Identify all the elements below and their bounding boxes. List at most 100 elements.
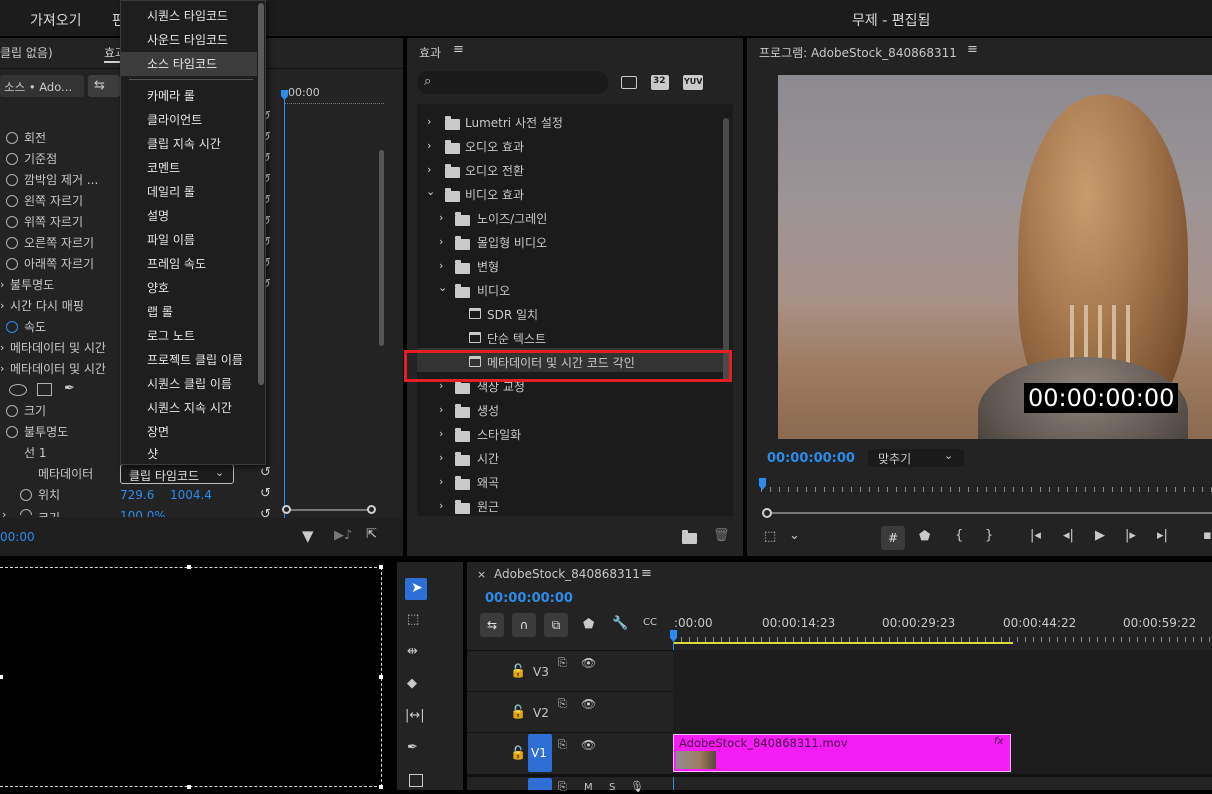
metadata-dropdown[interactable]: 클립 타임코드 ⌄	[120, 464, 234, 484]
scale-value-partial[interactable]: 100.0%	[120, 509, 166, 517]
pen-tool-icon[interactable]: ✒	[407, 740, 418, 755]
tree-generate[interactable]: 생성	[477, 402, 499, 419]
chevron-down-icon[interactable]: ⌄	[789, 528, 800, 543]
filter-icon[interactable]: ▼	[302, 527, 314, 545]
timeline-timecode[interactable]: 00:00:00:00	[485, 591, 573, 606]
tree-immersive-video[interactable]: 몰입형 비디오	[477, 234, 547, 251]
ellipse-mask-icon[interactable]	[9, 384, 27, 396]
tree-noise-grain[interactable]: 노이즈/그레인	[477, 210, 547, 227]
mark-out-icon[interactable]: }	[985, 528, 993, 543]
tree-distort[interactable]: 왜곡	[477, 474, 499, 491]
stopwatch-icon[interactable]	[6, 321, 18, 333]
menu-item-description[interactable]: 설명	[121, 204, 257, 228]
rectangle-tool-icon[interactable]	[409, 774, 423, 787]
ec-timecode[interactable]: 00:00	[0, 530, 35, 544]
lift-icon[interactable]: ▪	[1203, 528, 1212, 543]
lock-icon[interactable]: 🔓	[510, 705, 526, 720]
step-back-icon[interactable]: ◂|	[1063, 528, 1074, 543]
chevron-right-icon[interactable]: ›	[439, 427, 443, 440]
fit-dropdown[interactable]: 맞추기 ⌄	[868, 449, 964, 467]
bbox-handle[interactable]	[187, 785, 191, 789]
wrench-icon[interactable]: 🔧	[612, 616, 628, 631]
position-x-value[interactable]: 729.6	[120, 488, 154, 502]
solo-button[interactable]: S	[609, 782, 615, 793]
trash-icon[interactable]: 🗑	[713, 528, 730, 543]
track-a1-target[interactable]	[528, 778, 552, 790]
stopwatch-icon[interactable]	[6, 258, 18, 270]
sync-lock-icon[interactable]: ⎘	[558, 738, 567, 752]
eye-icon[interactable]: 👁	[581, 738, 596, 752]
panel-menu-icon[interactable]: ≡	[453, 42, 464, 57]
chevron-down-icon[interactable]: ⌄	[438, 281, 447, 294]
source-preview[interactable]	[0, 567, 382, 787]
tree-lumetri-presets[interactable]: Lumetri 사전 설정	[465, 114, 563, 131]
tree-audio-transitions[interactable]: 오디오 전환	[465, 162, 524, 179]
program-timecode[interactable]: 00:00:00:00	[767, 451, 855, 466]
play-icon[interactable]: ▶	[1095, 528, 1105, 543]
track-v2-label[interactable]: V2	[533, 706, 549, 720]
tree-simple-text[interactable]: 단순 텍스트	[487, 330, 546, 347]
chevron-right-icon[interactable]: ›	[439, 259, 443, 272]
stopwatch-icon[interactable]	[6, 153, 18, 165]
menu-item-client[interactable]: 클라이언트	[121, 108, 257, 132]
reset-icon[interactable]: ↺	[260, 486, 271, 501]
bbox-handle[interactable]	[187, 565, 191, 569]
panel-menu-icon[interactable]: ≡	[641, 566, 652, 581]
track-select-tool-icon[interactable]: ⬚	[407, 612, 419, 627]
program-video-frame[interactable]: 00:00:00:00	[778, 75, 1212, 439]
source-chip[interactable]: 소스 • Ado...	[0, 75, 84, 97]
stopwatch-icon[interactable]	[6, 132, 18, 144]
bbox-handle[interactable]	[379, 675, 383, 679]
tree-video[interactable]: 비디오	[477, 282, 510, 299]
chevron-right-icon[interactable]: ›	[427, 139, 431, 152]
chevron-right-icon[interactable]: ›	[0, 299, 4, 312]
reset-icon[interactable]: ↺	[260, 465, 271, 480]
stopwatch-icon[interactable]	[6, 405, 18, 417]
stopwatch-icon[interactable]	[6, 174, 18, 186]
work-area-bar[interactable]	[673, 642, 1013, 644]
bbox-handle[interactable]	[379, 565, 383, 569]
menu-import[interactable]: 가져오기	[30, 10, 82, 30]
sync-lock-icon[interactable]: ⎘	[558, 780, 567, 794]
slip-tool-icon[interactable]: |↔|	[405, 708, 425, 723]
go-to-out-icon[interactable]: ▸|	[1157, 528, 1168, 543]
menu-item-file-name[interactable]: 파일 이름	[121, 228, 257, 252]
menu-item-sound-timecode[interactable]: 사운드 타임코드	[121, 28, 257, 52]
chevron-right-icon[interactable]: ›	[427, 115, 431, 128]
menu-item-comment[interactable]: 코멘트	[121, 156, 257, 180]
chevron-right-icon[interactable]: ›	[439, 499, 443, 512]
sequence-chip[interactable]: ⇆	[88, 75, 120, 97]
eye-icon[interactable]: 👁	[581, 697, 596, 711]
captions-icon[interactable]: CC	[643, 617, 657, 628]
menu-item-good[interactable]: 양호	[121, 276, 257, 300]
tree-time[interactable]: 시간	[477, 450, 499, 467]
effects-scrollbar[interactable]	[723, 118, 729, 382]
stopwatch-icon[interactable]	[20, 489, 32, 501]
mute-button[interactable]: M	[584, 782, 593, 793]
tree-perspective[interactable]: 원근	[477, 498, 499, 515]
export-icon[interactable]: ⇱	[366, 527, 377, 542]
menu-item-sequence-timecode[interactable]: 시퀀스 타임코드	[121, 4, 257, 28]
tree-sdr-conform[interactable]: SDR 일치	[487, 306, 538, 323]
menu-item-sequence-clip-name[interactable]: 시퀀스 클립 이름	[121, 372, 257, 396]
lock-icon[interactable]: 🔓	[510, 746, 526, 761]
panel-menu-icon[interactable]: ≡	[967, 42, 978, 57]
menu-item-shot[interactable]: 샷	[121, 444, 257, 464]
chevron-right-icon[interactable]: ›	[0, 341, 4, 354]
grid-icon[interactable]: #	[881, 526, 905, 550]
stopwatch-icon[interactable]	[6, 195, 18, 207]
marker-icon[interactable]: ⬟	[919, 529, 930, 544]
32bit-badge[interactable]: 32	[651, 75, 669, 90]
mark-in-icon[interactable]: {	[955, 528, 963, 543]
timeline-ruler[interactable]	[673, 634, 1212, 642]
nest-icon[interactable]: ⇆	[480, 613, 504, 637]
snap-icon[interactable]: ∩	[512, 613, 536, 637]
program-zoom-handle[interactable]	[762, 508, 772, 518]
program-zoom-bar[interactable]	[767, 512, 1212, 514]
chevron-right-icon[interactable]: ›	[439, 475, 443, 488]
menu-item-sequence-duration[interactable]: 시퀀스 지속 시간	[121, 396, 257, 420]
go-to-in-icon[interactable]: |◂	[1030, 528, 1041, 543]
lock-icon[interactable]: 🔓	[510, 664, 526, 679]
ec-scrollbar[interactable]	[379, 150, 384, 346]
marker-icon[interactable]: ⬟	[583, 617, 594, 632]
